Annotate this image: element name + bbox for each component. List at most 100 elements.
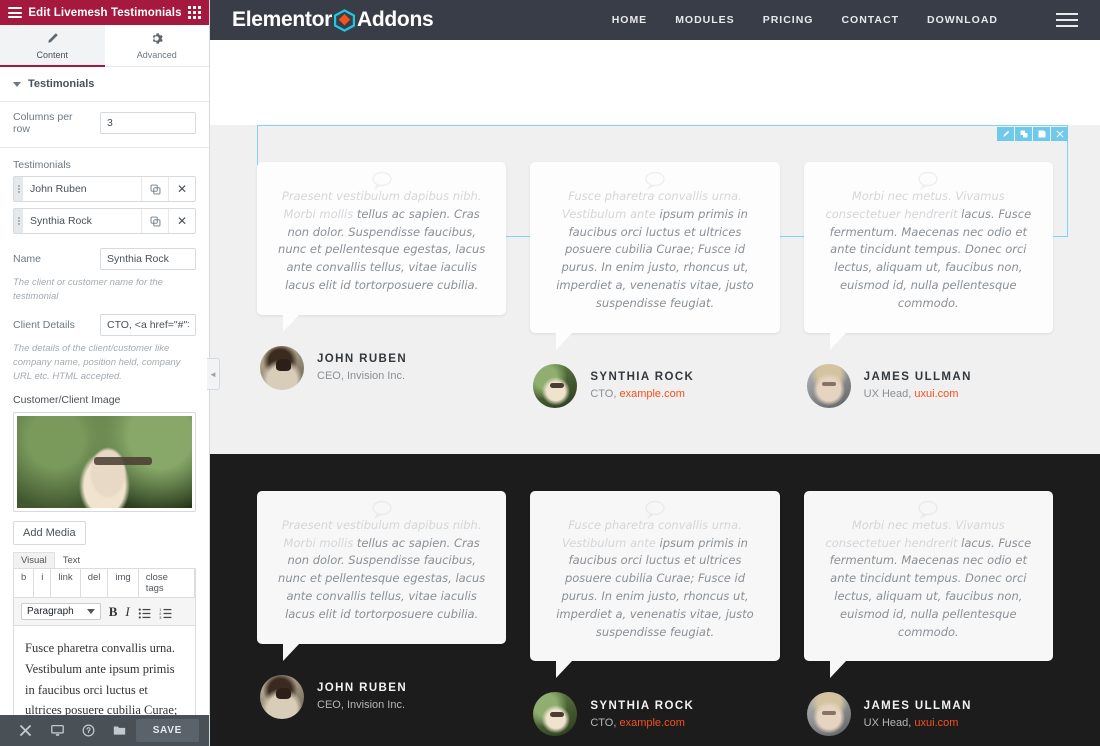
- divider: [0, 147, 209, 148]
- avatar-synthia-rock: [533, 692, 578, 737]
- editor-format-toolbar: Paragraph B I 123: [13, 598, 196, 627]
- author-meta: JAMES ULLMAN UX Head, uxui.com: [864, 700, 972, 729]
- editor-tab-text[interactable]: Text: [55, 552, 88, 568]
- bold-button[interactable]: B: [109, 604, 118, 620]
- author-role: UX Head, uxui.com: [864, 388, 972, 400]
- quote-body: lacus. Fusce fermentum. Maecenas nec odi…: [829, 206, 1032, 310]
- repeater-item-synthia-rock[interactable]: Synthia Rock ✕: [13, 208, 196, 234]
- save-button[interactable]: SAVE: [135, 719, 199, 742]
- author-role: CEO, Invision Inc.: [317, 699, 407, 711]
- hero-spacer: [210, 40, 1100, 125]
- format-select[interactable]: Paragraph: [21, 603, 101, 621]
- apps-grid-icon[interactable]: [188, 6, 201, 19]
- testimonial-card-1: Praesent vestibulum dapibus nibh. Morbi …: [257, 490, 507, 737]
- drag-handle-icon[interactable]: [14, 177, 23, 201]
- author-role-link[interactable]: uxui.com: [914, 717, 958, 729]
- client-image-preview[interactable]: [13, 412, 196, 513]
- quote-bubble-icon: [917, 171, 939, 196]
- columns-per-row-control: Columns per row: [0, 102, 209, 144]
- element-toolbar: [996, 127, 1068, 141]
- client-details-label: Client Details: [13, 318, 75, 331]
- client-details-input[interactable]: [100, 313, 196, 336]
- testimonial-quote: Morbi nec metus. Vivamus consectetuer he…: [824, 517, 1033, 642]
- quicktag-link[interactable]: link: [51, 569, 81, 598]
- quote-bubble-icon: [644, 500, 666, 525]
- quicktag-del[interactable]: del: [80, 569, 109, 598]
- editor-content-area[interactable]: Fusce pharetra convallis urna. Vestibulu…: [13, 626, 196, 715]
- close-icon[interactable]: ✕: [168, 177, 195, 201]
- author-role-link[interactable]: example.com: [619, 717, 684, 729]
- client-image-label: Customer/Client Image: [13, 394, 121, 407]
- hamburger-icon[interactable]: [8, 7, 22, 18]
- testimonial-quote: Morbi nec metus. Vivamus consectetuer he…: [824, 188, 1033, 313]
- tab-advanced[interactable]: Advanced: [105, 25, 210, 66]
- author-name: JOHN RUBEN: [317, 353, 408, 366]
- columns-per-row-input[interactable]: [100, 112, 196, 134]
- copy-icon[interactable]: [141, 177, 168, 201]
- hamburger-icon[interactable]: [1056, 13, 1078, 27]
- tab-content[interactable]: Content: [0, 25, 105, 67]
- chevron-down-icon: [86, 609, 95, 615]
- hexagon-diamond-icon: [334, 8, 355, 32]
- panel-collapse-handle[interactable]: ◄: [207, 358, 220, 390]
- testimonial-quote: Fusce pharetra convallis urna. Vestibulu…: [550, 188, 759, 313]
- duplicate-element-button[interactable]: [1015, 127, 1032, 141]
- author-role-link[interactable]: example.com: [619, 388, 684, 400]
- add-media-button[interactable]: Add Media: [13, 521, 86, 546]
- repeater-item-title: John Ruben: [30, 183, 87, 195]
- author-meta: JAMES ULLMAN UX Head, uxui.com: [864, 371, 972, 400]
- testimonial-quote: Fusce pharetra convallis urna. Vestibulu…: [550, 517, 759, 642]
- site-logo[interactable]: Elementor Addons: [232, 8, 434, 32]
- gear-icon: [150, 32, 164, 47]
- quicktag-italic[interactable]: i: [34, 569, 52, 598]
- responsive-mode-icon[interactable]: [41, 724, 72, 737]
- numbered-list-icon[interactable]: 123: [159, 606, 172, 620]
- quicktag-bold[interactable]: b: [14, 569, 35, 598]
- author-name: JOHN RUBEN: [317, 682, 408, 695]
- quicktag-img[interactable]: img: [108, 569, 139, 598]
- nav-item-contact[interactable]: CONTACT: [841, 14, 899, 26]
- italic-button[interactable]: I: [125, 604, 129, 620]
- copy-icon[interactable]: [141, 209, 168, 233]
- nav-item-home[interactable]: HOME: [612, 14, 648, 26]
- repeater-item-john-ruben[interactable]: John Ruben ✕: [13, 176, 196, 202]
- help-icon[interactable]: [73, 724, 104, 737]
- svg-text:3: 3: [159, 615, 161, 619]
- name-control: Name: [13, 242, 196, 276]
- revisions-folder-icon[interactable]: [104, 724, 135, 737]
- bulleted-list-icon[interactable]: [138, 606, 151, 619]
- testimonials-section-light: Praesent vestibulum dapibus nibh. Morbi …: [210, 125, 1100, 454]
- testimonial-card-2: Fusce pharetra convallis urna. Vestibulu…: [530, 490, 780, 737]
- name-hint: The client or customer name for the test…: [13, 277, 163, 303]
- testimonial-bubble: Fusce pharetra convallis urna. Vestibulu…: [530, 162, 780, 350]
- close-icon[interactable]: ✕: [168, 209, 195, 233]
- author-role-text: CTO,: [590, 716, 620, 729]
- testimonials-row-light: Praesent vestibulum dapibus nibh. Morbi …: [210, 162, 1100, 408]
- logo-text-primary: Elementor: [232, 8, 332, 31]
- screen-root: Elementor Addons HOME MODULES PRICING CO…: [0, 0, 1100, 746]
- nav-item-download[interactable]: DOWNLOAD: [927, 14, 998, 26]
- editor-tab-visual[interactable]: Visual: [13, 552, 55, 569]
- name-input[interactable]: [100, 248, 196, 270]
- testimonial-author: JOHN RUBEN CEO, Invision Inc.: [257, 674, 506, 719]
- client-details-control: Client Details: [13, 308, 196, 342]
- save-element-button[interactable]: [1033, 127, 1050, 141]
- nav-item-modules[interactable]: MODULES: [675, 14, 735, 26]
- quicktag-close-tags[interactable]: close tags: [138, 569, 195, 598]
- author-role-link[interactable]: uxui.com: [914, 388, 958, 400]
- drag-handle-icon[interactable]: [14, 209, 23, 233]
- nav-item-pricing[interactable]: PRICING: [763, 14, 814, 26]
- quote-bubble-icon: [371, 171, 393, 196]
- author-meta: SYNTHIA ROCK CTO, example.com: [590, 371, 694, 400]
- author-role-text: CTO,: [590, 388, 620, 401]
- close-icon[interactable]: [10, 724, 41, 737]
- edit-element-button[interactable]: [997, 127, 1014, 141]
- testimonials-section-dark: Praesent vestibulum dapibus nibh. Morbi …: [210, 453, 1100, 746]
- testimonial-bubble: Morbi nec metus. Vivamus consectetuer he…: [803, 162, 1053, 350]
- author-name: SYNTHIA ROCK: [590, 699, 695, 712]
- section-testimonials-header[interactable]: Testimonials: [0, 67, 209, 102]
- delete-element-button[interactable]: [1051, 127, 1068, 141]
- panel-footer: SAVE: [0, 715, 209, 746]
- site-nav: HOME MODULES PRICING CONTACT DOWNLOAD: [612, 13, 1078, 27]
- testimonial-bubble: Fusce pharetra convallis urna. Vestibulu…: [530, 490, 780, 679]
